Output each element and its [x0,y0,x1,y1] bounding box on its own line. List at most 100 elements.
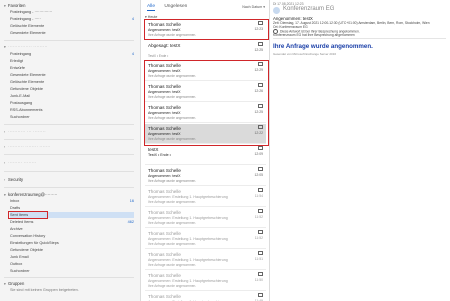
message-item[interactable]: Thomas SchelleAngenommen: Erstellung 1. … [145,229,266,249]
folder-erledigt[interactable]: Erledigt [10,58,134,64]
folder-gefundene[interactable]: Gefundene Objekte [10,86,134,92]
folder-entwuerfe[interactable]: Entwürfe [10,65,134,71]
folder-geloeschte[interactable]: Gelöschte Elemente [10,79,134,85]
group-header-today[interactable]: ▾ Heute [145,15,157,19]
message-subject: Angenommen: testX [148,69,181,73]
calendar-icon [258,125,263,129]
folder-sent-items[interactable]: Sent Items [10,212,134,218]
sender-name[interactable]: Konferenzraum EG [283,6,334,12]
sort-dropdown[interactable]: Nach Datum ▾ [242,5,265,9]
favorite-deleted[interactable]: Gelöschte Elemente [10,23,134,29]
message-time: 12:05 [254,173,264,177]
sender-name: Thomas Schelle [148,168,181,173]
security-header[interactable]: › Security [4,177,23,182]
message-subject: Angenommen: testX [148,90,181,94]
message-item[interactable]: Thomas SchelleAngenommen: Erstellung 1. … [145,208,266,228]
favorites-header[interactable]: ▾ Favoriten [4,3,25,8]
favorite-inbox-2[interactable]: Posteingang - ····· 4 [10,16,134,22]
folder-junk-email[interactable]: Junk Email [10,254,134,260]
message-preview: Ihre Anfrage wurde angenommen. [148,284,197,288]
sender-name: Thomas Schelle [148,294,181,299]
unread-count: 16 [129,199,134,203]
folder-gesendete[interactable]: Gesendete Elemente [10,72,134,78]
folder-posteingang[interactable]: Posteingang 4 [10,51,134,57]
message-subject: Angenommen: testX [148,132,181,136]
message-preview: Ihre Anfrage wurde angenommen. [148,242,197,246]
folder-suchordner[interactable]: Suchordner [10,114,134,120]
folder-conversation-history[interactable]: Conversation History [10,233,134,239]
folder-postausgang[interactable]: Postausgang [10,100,134,106]
sender-name: Thomas Schelle [148,189,181,194]
folder-suchordner-2[interactable]: Suchordner [10,268,134,274]
message-subject: Angenommen: testX [148,28,181,32]
response-status: Konferenzraum EG hat Ihre Besprechung an… [273,33,355,37]
account-header-collapsed[interactable]: › ········· ········ [4,160,36,165]
groups-header[interactable]: ▾ Gruppen [4,281,24,286]
message-item[interactable]: Thomas SchelleAngenommen: Erstellung 1. … [145,292,266,301]
tab-all[interactable]: Alle [147,4,155,11]
message-subject: Angenommen: Erstellung 1. Hauptgrebeschi… [148,258,228,262]
folder-rss[interactable]: RSS-Abonnements [10,107,134,113]
message-time: 12:25 [254,48,264,52]
message-time: 12:23 [254,27,264,31]
folder-outbox[interactable]: Outbox [10,261,134,267]
message-preview: Ihre Anfrage wurde angenommen. [148,263,197,267]
account-header[interactable]: ▾ ··············· ········· [4,44,48,49]
favorite-sent[interactable]: Gesendete Elemente [10,30,134,36]
sent-by-footer: Gesendet von Microsoft Exchange Server 2… [273,52,337,56]
message-time: 11:54 [254,194,263,198]
account-header-collapsed[interactable]: › ··········· ··· ········ [4,129,46,134]
message-item[interactable]: Thomas Schelle Angenommen: testX Ihre Anfr… [145,166,266,186]
message-item[interactable]: Thomas Schelle Angenommen: testX Ihre Anfr… [145,82,266,102]
sender-name: Thomas Schelle [148,273,181,278]
folder-archive[interactable]: Archive [10,226,134,232]
sender-name: Thomas Schelle [148,63,181,68]
message-preview: Ihre Anfrage wurde angenommen. [148,33,197,37]
account-header-collapsed[interactable]: › ·········· ········ ······· [4,144,51,149]
message-item[interactable]: Thomas Schelle Angenommen: testX Ihre Anfr… [145,124,266,144]
folder-deleted-items[interactable]: Deleted Items 462 [10,219,134,225]
message-time: 11:50 [254,278,263,282]
tab-unread[interactable]: Ungelesen [164,4,187,9]
message-time: 12:22 [254,131,264,135]
folder-drafts[interactable]: Drafts [10,205,134,211]
message-item[interactable]: Thomas SchelleAngenommen: Erstellung 1. … [145,187,266,207]
message-time: 12:25 [254,110,264,114]
folder-gefundene-objekte[interactable]: Gefundene Objekte [10,247,134,253]
sender-name: testX [148,147,159,152]
message-item[interactable]: Thomas Schelle Angenommen: testX Ihre Anfr… [145,20,266,40]
calendar-icon [258,230,263,234]
konferenz-account-header[interactable]: ▾ konferenzraumeg@········· [4,192,57,197]
message-item[interactable]: Thomas SchelleAngenommen: Erstellung 1. … [145,271,266,291]
message-subject: Angenommen: testX [148,174,181,178]
message-item[interactable]: testX TestX • Ende • 12:09 [145,145,266,165]
message-list: Alle Ungelesen Nach Datum ▾ ▾ Heute Thom… [141,0,270,301]
sender-name: Thomas Schelle [148,126,181,131]
calendar-icon [258,293,263,297]
calendar-icon [258,83,263,87]
message-preview: Ihre Anfrage wurde angenommen. [148,74,197,78]
folder-quicksteps[interactable]: Einstellungen für QuickSteps [10,240,134,246]
calendar-icon [258,188,263,192]
message-item[interactable]: Abgesagt: testX TestX • Ende • 12:25 [145,41,266,61]
calendar-icon [258,146,263,150]
message-item[interactable]: Thomas SchelleAngenommen: Erstellung 1. … [145,250,266,270]
sender-name: Abgesagt: testX [148,43,181,48]
divider [4,154,134,155]
groups-empty-note: Sie sind mit keinen Gruppen beigetreten. [10,288,79,292]
message-subject: Angenommen: Erstellung 1. Hauptgrebeschi… [148,216,228,220]
message-time: 11:52 [254,236,263,240]
avatar [273,7,280,14]
message-item[interactable]: Thomas Schelle Angenommen: testX Ihre Anfr… [145,103,266,123]
message-time: 12:29 [254,68,264,72]
message-subject: Angenommen: Erstellung 1. Hauptgrebeschi… [148,279,228,283]
folder-inbox[interactable]: Inbox 16 [10,198,134,204]
folder-junk[interactable]: Junk-E-Mail [10,93,134,99]
message-item[interactable]: Thomas Schelle Angenommen: testX Ihre Anfr… [145,61,266,81]
favorite-inbox-1[interactable]: Posteingang - ·············· [10,9,134,15]
message-subject: Angenommen: Erstellung 1. Hauptgrebeschi… [148,195,228,199]
calendar-icon [258,42,263,46]
sender-name: Thomas Schelle [148,22,181,27]
message-preview: Ihre Anfrage wurde angenommen. [148,221,197,225]
message-time: 12:26 [254,89,264,93]
